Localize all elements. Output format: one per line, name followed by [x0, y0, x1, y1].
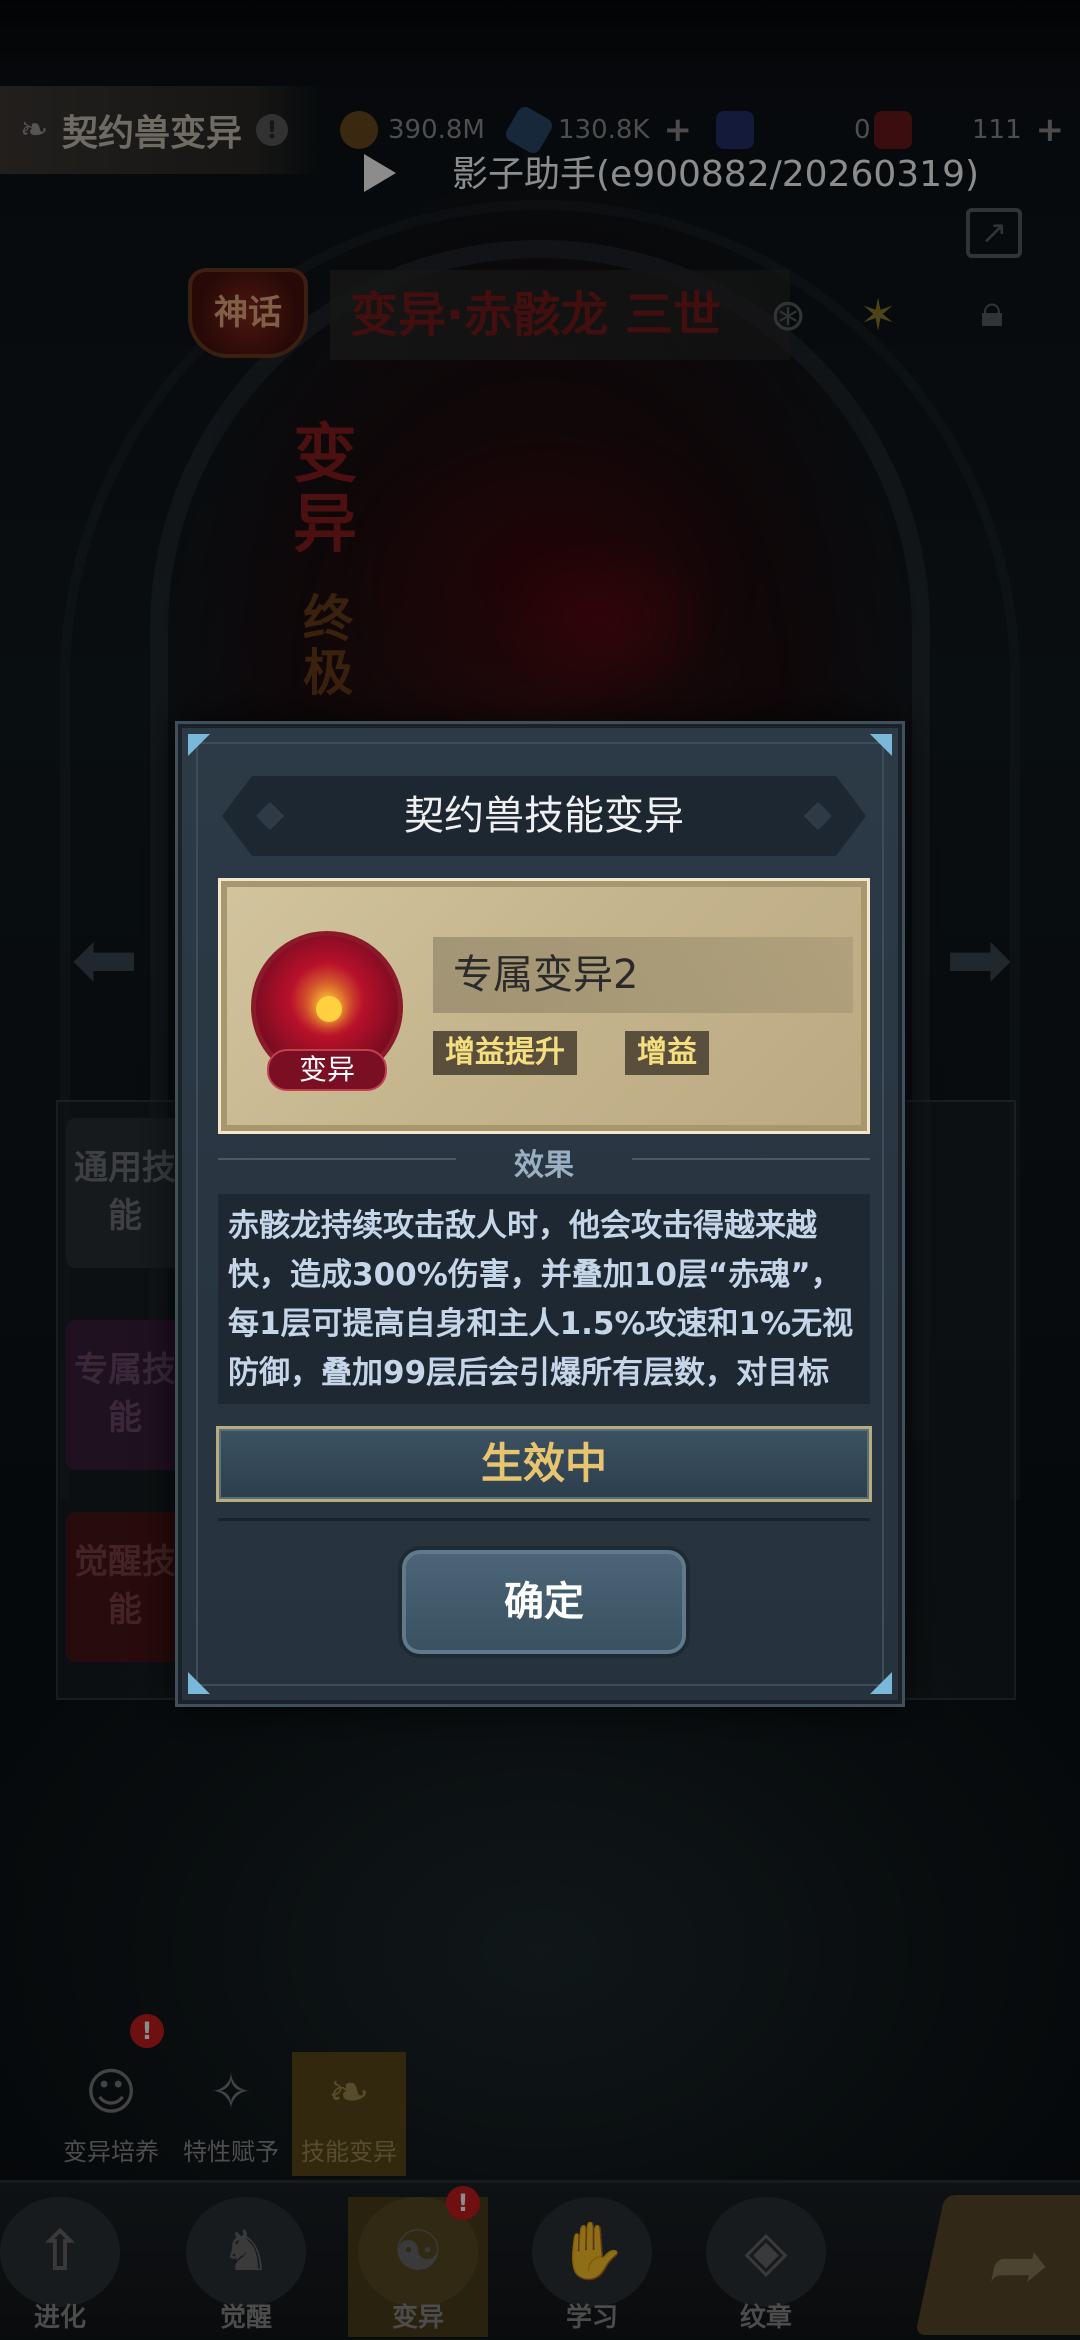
divider [218, 1518, 870, 1521]
skill-icon-label: 变异 [267, 1049, 387, 1091]
status-text: 生效中 [480, 1439, 607, 1488]
skill-card: 变异 专属变异2 增益提升 增益 [218, 878, 870, 1134]
status-bar: 生效中 [216, 1426, 872, 1502]
skill-name: 专属变异2 [453, 952, 639, 998]
skill-variant-dialog: 契约兽技能变异 变异 专属变异2 增益提升 增益 效果 赤骸龙持续攻击敌人时，他… [178, 724, 902, 1704]
skill-tag-buff: 增益 [625, 1031, 709, 1075]
effect-scroll-box[interactable]: 赤骸龙持续攻击敌人时，他会攻击得越来越快，造成300%伤害，并叠加10层“赤魂”… [218, 1194, 870, 1404]
dialog-title: 契约兽技能变异 [404, 793, 684, 839]
skill-tag-buff-boost: 增益提升 [433, 1031, 577, 1075]
confirm-button[interactable]: 确定 [398, 1546, 690, 1658]
effect-label: 效果 [514, 1148, 574, 1183]
skill-orb-core [316, 996, 342, 1022]
effect-description: 赤骸龙持续攻击敌人时，他会攻击得越来越快，造成300%伤害，并叠加10层“赤魂”… [228, 1208, 854, 1391]
